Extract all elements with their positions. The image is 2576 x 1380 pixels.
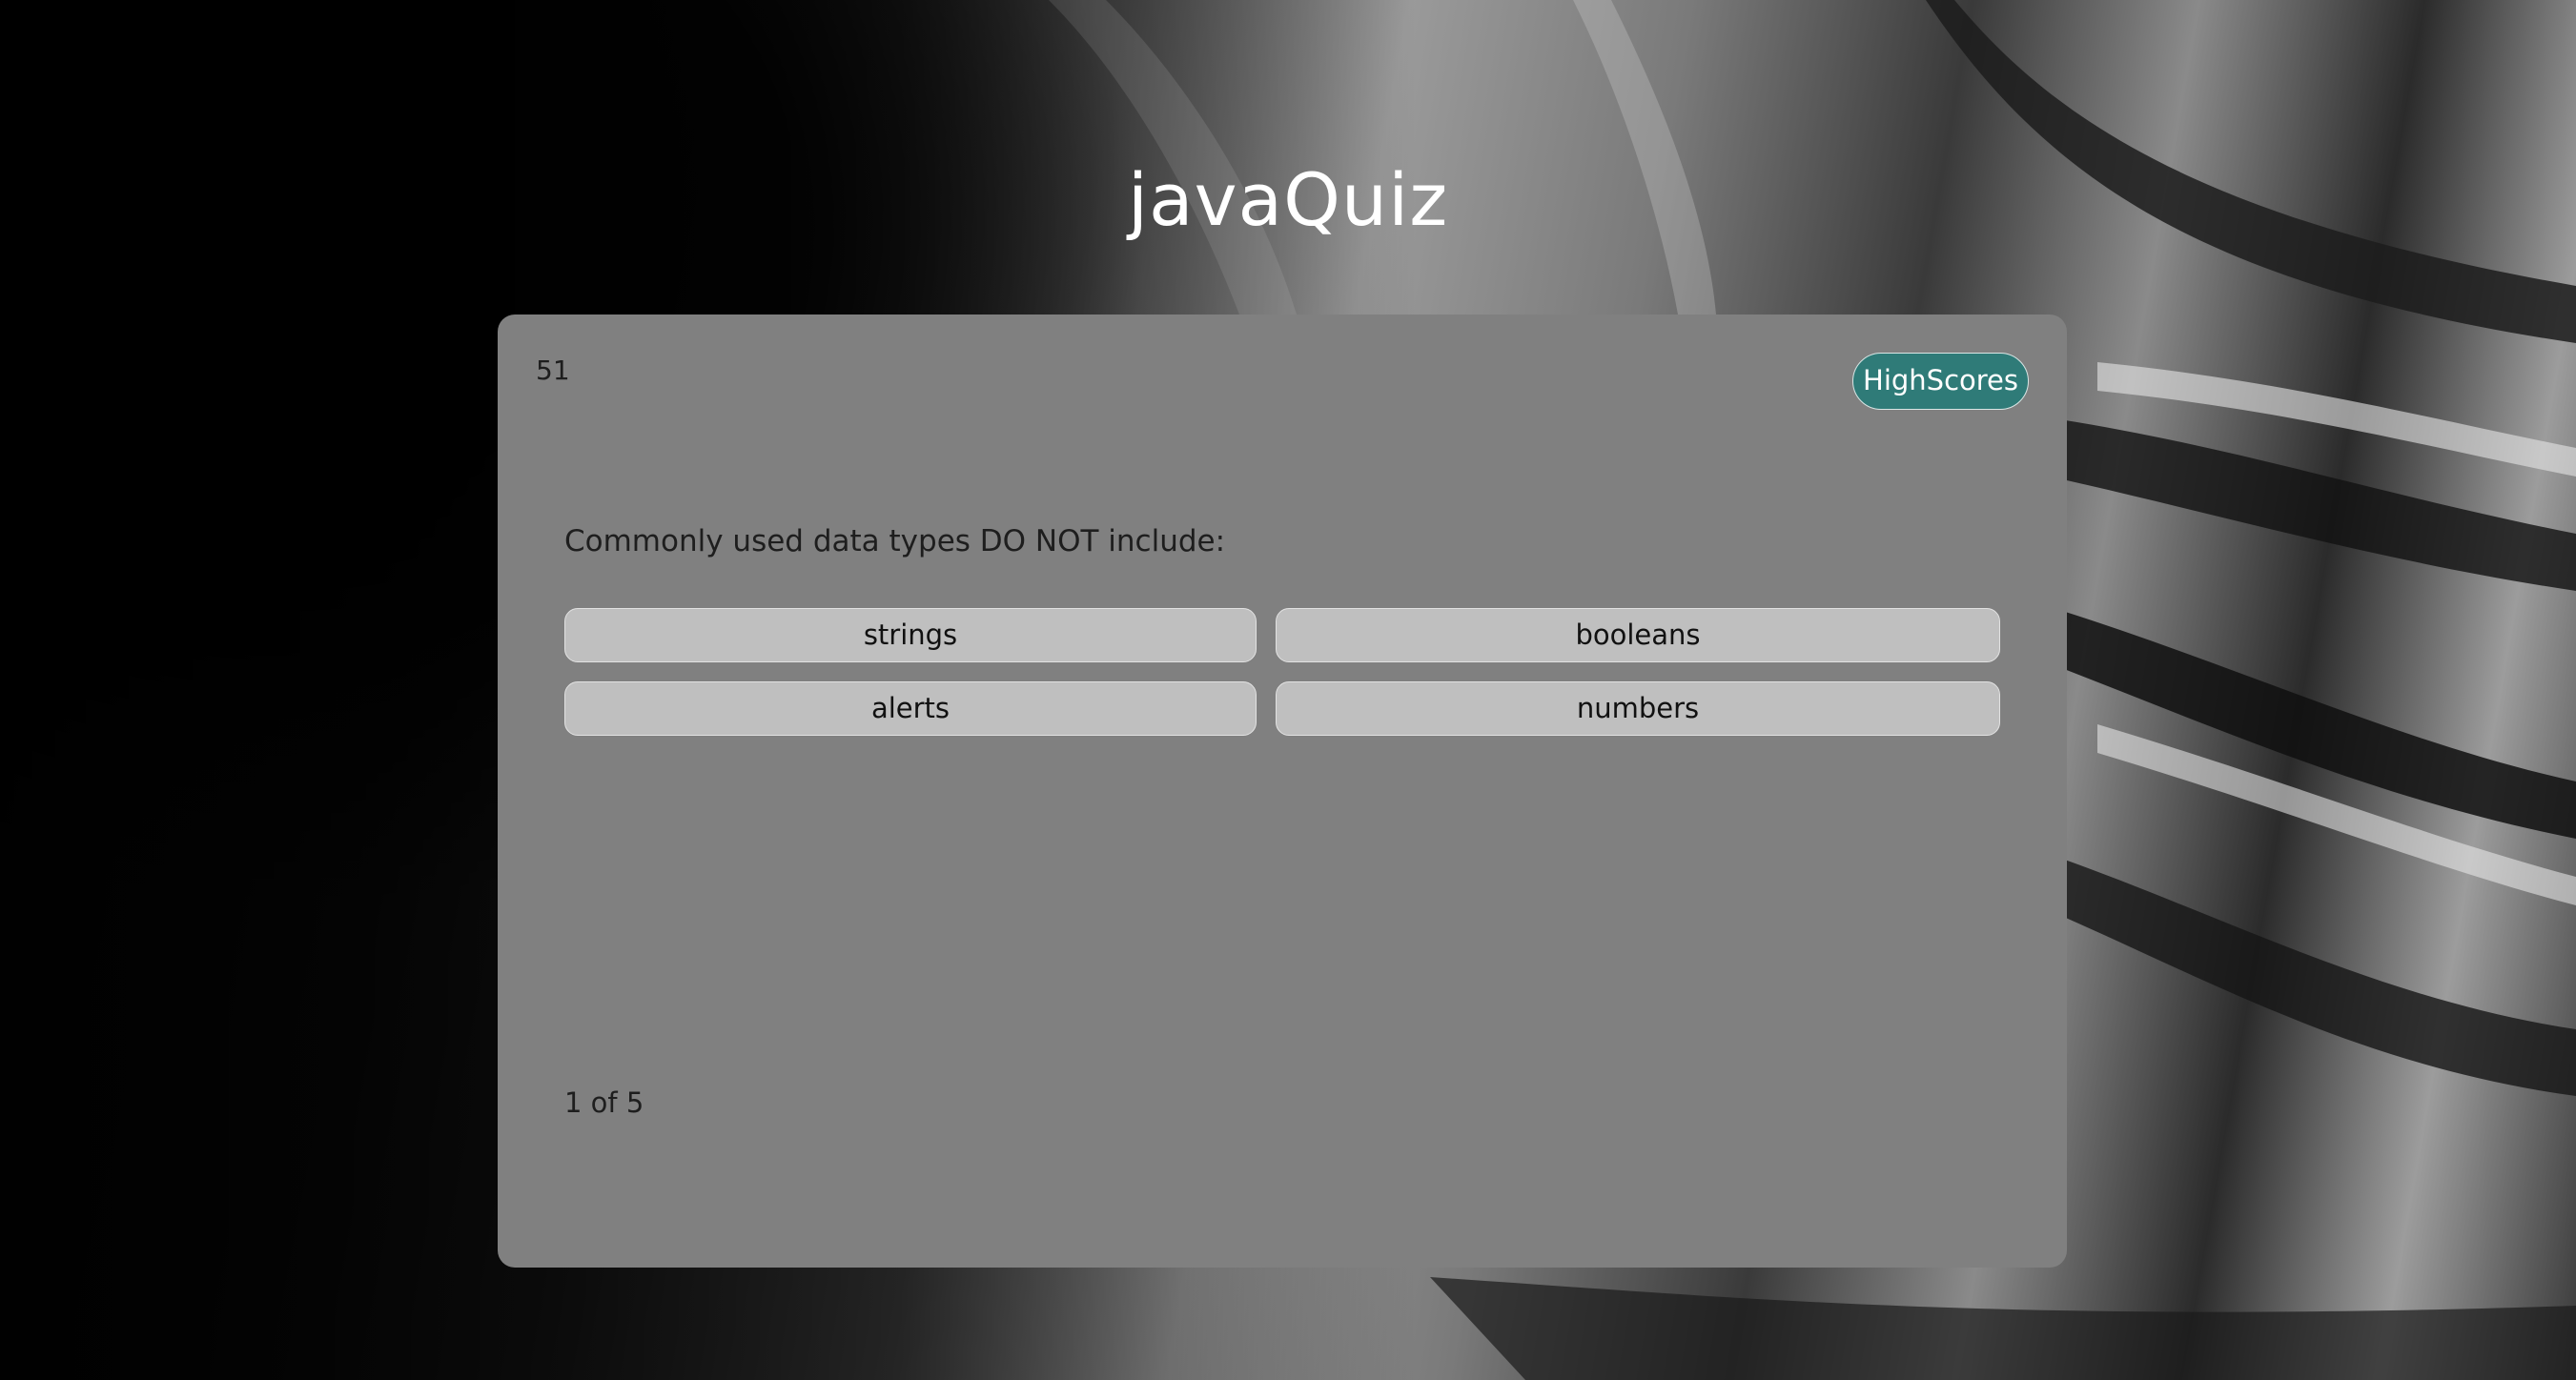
app-title: javaQuiz (1127, 157, 1449, 242)
answer-options: strings booleans alerts numbers (564, 608, 2000, 736)
answer-button-strings[interactable]: strings (564, 608, 1257, 662)
answer-button-numbers[interactable]: numbers (1276, 681, 2000, 736)
answer-button-alerts[interactable]: alerts (564, 681, 1257, 736)
question-text: Commonly used data types DO NOT include: (564, 524, 1226, 558)
answer-button-booleans[interactable]: booleans (1276, 608, 2000, 662)
timer-countdown: 51 (536, 355, 570, 386)
quiz-card: 51 HighScores Commonly used data types D… (498, 315, 2067, 1268)
highscores-button[interactable]: HighScores (1852, 353, 2029, 410)
question-progress: 1 of 5 (564, 1086, 644, 1119)
